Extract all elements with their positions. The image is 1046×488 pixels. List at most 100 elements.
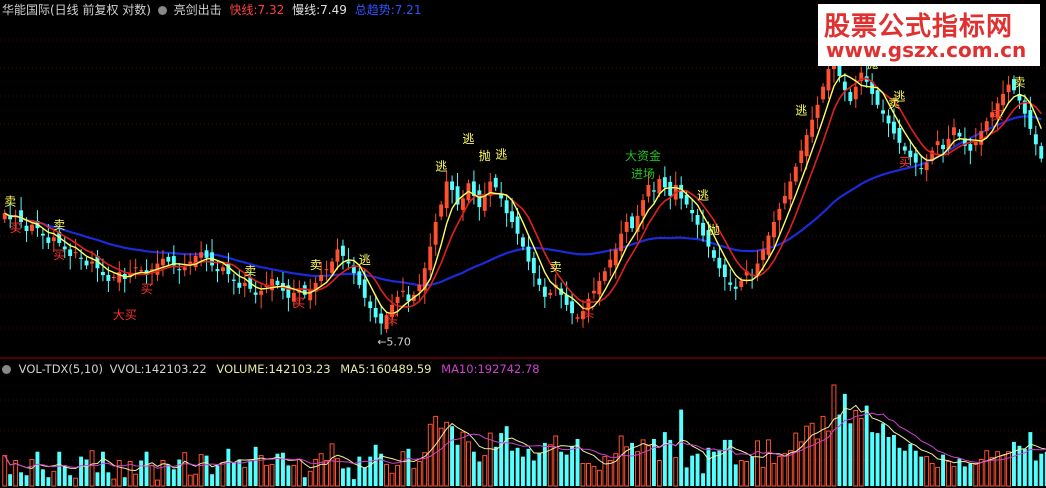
volume-bar-up: [269, 463, 275, 487]
volume-bar-up: [776, 456, 782, 487]
ma5-label: MA5:: [340, 362, 370, 376]
volume-bar-up: [307, 470, 313, 487]
candle-up: [335, 249, 340, 262]
candle-down: [892, 121, 896, 134]
candle-up: [182, 267, 187, 271]
volume-bar-down: [848, 423, 853, 486]
volume-bar-up: [580, 463, 586, 487]
candle-up: [1006, 84, 1011, 93]
volume-bar-down: [171, 469, 176, 486]
volume-bar-up: [318, 453, 324, 487]
candle-down: [106, 275, 111, 281]
volume-bar-down: [679, 409, 684, 486]
volume-bar-up: [989, 457, 995, 487]
ma10-value: 192742.78: [477, 362, 540, 376]
candle-up: [739, 280, 744, 287]
candle-down: [941, 144, 945, 150]
candle-down: [695, 215, 700, 225]
entry-label: 进场: [631, 167, 655, 181]
vol-settings-icon[interactable]: [2, 365, 11, 374]
fast-line-value: 7.32: [257, 3, 285, 17]
volume-bar-down: [101, 451, 105, 486]
candle-down: [728, 282, 733, 285]
settings-icon[interactable]: [157, 6, 167, 15]
volume-bar-down: [379, 453, 384, 486]
candle-down: [733, 286, 738, 289]
volume-bar-down: [537, 452, 542, 486]
candle-down: [515, 216, 520, 234]
volume-bar-up: [411, 467, 417, 487]
volume-bar-down: [662, 432, 667, 486]
volume-bar-down: [968, 463, 973, 486]
volume-bar-down: [341, 468, 345, 486]
volume-bar-down: [870, 432, 875, 486]
candle-down: [237, 282, 242, 288]
candle-up: [199, 252, 204, 258]
volume-bar-up: [984, 450, 990, 487]
candle-down: [919, 168, 924, 170]
volume-bar-down: [510, 450, 514, 486]
candle-up: [330, 261, 334, 273]
low-price-mark: ←5.70: [377, 335, 411, 348]
vol-indicator-name[interactable]: VOL-TDX(5,10): [19, 362, 103, 376]
volume-bar-down: [531, 460, 536, 486]
watermark-logo: 股票公式指标网 www.gszx.com.cn: [818, 4, 1040, 66]
volume-bar-down: [695, 453, 700, 486]
volume-label: VOLUME:: [216, 362, 269, 376]
volume-bar-up: [815, 438, 820, 487]
volume-bar-up: [673, 457, 679, 487]
volume-bar-down: [897, 447, 902, 486]
volume-bar-down: [471, 451, 476, 486]
stock-title[interactable]: 华能国际(日线 前复权 对数): [2, 3, 151, 17]
volume-bar-up: [951, 465, 957, 487]
volume-bar-up: [858, 417, 864, 487]
volume-bar-up: [755, 440, 760, 487]
indicator-name[interactable]: 亮剑出击: [174, 3, 222, 17]
volume-bar-down: [902, 450, 907, 486]
candle-up: [810, 119, 815, 137]
volume-bar-up: [935, 466, 941, 487]
candle-down: [521, 237, 525, 247]
volume-bar-down: [504, 426, 509, 486]
volume-bar-down: [373, 444, 378, 486]
candle-down: [41, 233, 45, 236]
volume-bar-down: [962, 466, 967, 486]
trend-line-path: [4, 115, 1042, 287]
signal-label-28: 买: [992, 108, 1004, 122]
signal-label-3: 卖: [310, 258, 322, 272]
candle-down: [341, 245, 345, 256]
candle-down: [913, 153, 918, 163]
candle-up: [548, 292, 553, 295]
candle-down: [875, 90, 880, 105]
signal-label-4: 卖: [550, 260, 562, 274]
signal-label-6: 卖: [1013, 75, 1025, 89]
volume-bar-up: [155, 479, 160, 487]
volume-value: 142103.23: [268, 362, 331, 376]
candle-up: [804, 135, 809, 157]
volume-bar-up: [820, 415, 826, 487]
volume-bar-down: [24, 475, 29, 486]
candle-up: [133, 267, 138, 269]
volume-bar-down: [521, 456, 525, 486]
candle-down: [690, 210, 695, 214]
candle-up: [90, 261, 94, 264]
volume-bar-down: [526, 448, 531, 486]
candle-down: [848, 92, 853, 102]
candle-up: [242, 282, 247, 286]
signal-label-9: 逃: [435, 160, 447, 174]
volume-bar-up: [51, 470, 57, 487]
volume-bar-up: [111, 478, 117, 487]
volume-bar-up: [793, 432, 799, 487]
volume-bar-down: [684, 467, 689, 486]
chart-canvas[interactable]: 卖卖卖卖卖卖卖卖逃逃逃逃逃逃逃逃逃抛抛抛抛买买买买买买买买大买大资金进场←9.1…: [0, 0, 1046, 488]
volume-bar-down: [919, 456, 924, 486]
volume-bar-up: [198, 454, 204, 487]
signal-label-26: 买: [582, 306, 594, 320]
volume-bar-down: [302, 477, 307, 486]
candle-down: [101, 272, 105, 276]
candle-down: [526, 246, 531, 262]
candle-up: [221, 267, 225, 272]
watermark-url: www.gszx.com.cn: [826, 38, 1027, 62]
candle-up: [646, 184, 651, 197]
volume-header: VOL-TDX(5,10) VVOL:142103.22 VOLUME:1421…: [2, 362, 540, 376]
